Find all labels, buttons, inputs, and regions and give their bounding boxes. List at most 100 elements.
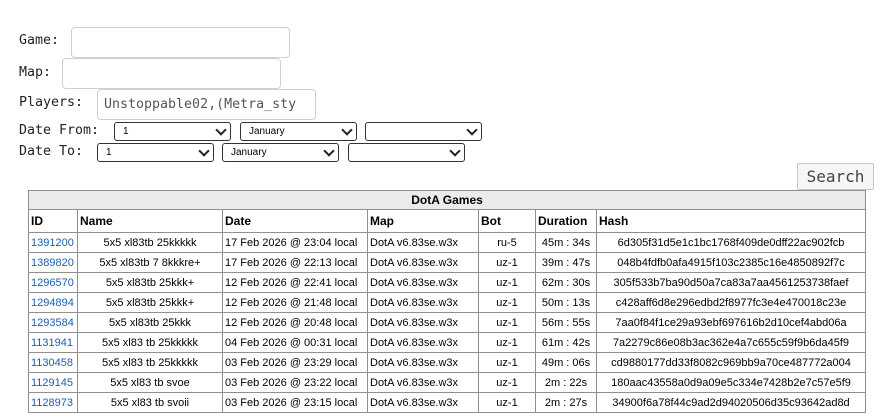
bot-cell: uz-1 [478, 312, 536, 333]
map-cell: DotA v6.83se.w3x [367, 332, 479, 353]
duration-cell: 45m : 34s [535, 232, 597, 253]
name-cell: 5x5 xl83 tb 25kkkkk [77, 332, 223, 353]
chevron-down-icon [215, 124, 227, 136]
date-cell: 12 Feb 2026 @ 20:48 local [222, 312, 368, 333]
map-cell: DotA v6.83se.w3x [367, 292, 479, 313]
date-cell: 17 Feb 2026 @ 22:13 local [222, 252, 368, 273]
games-table: DotA Games ID Name Date Map Bot Duration… [27, 190, 867, 413]
hash-cell: cd9880177dd33f8082c969bb9a70ce487772a004 [595, 352, 867, 373]
table-row: 1131941 5x5 xl83 tb 25kkkkk 04 Feb 2026 … [28, 332, 867, 353]
name-cell: 5x5 xl83tb 25kkk+ [77, 272, 223, 293]
hash-cell: 34900f6a78f44c9ad2d94020506d35c93642ad8d [595, 392, 867, 413]
date-cell: 03 Feb 2026 @ 23:29 local [222, 352, 368, 373]
hash-cell: 7a2279c86e08b3ac362e4a7c655c59f9b6da45f9 [595, 332, 867, 353]
id-cell: 1130458 [28, 352, 78, 373]
id-cell: 1389820 [28, 252, 78, 273]
id-cell: 1294894 [28, 292, 78, 313]
name-cell: 5x5 xl83tb 25kkk [77, 312, 223, 333]
hash-cell: c428aff6d8e296edbd2f8977fc3e4e470018c23e [595, 292, 867, 313]
column-header-id: ID [28, 209, 78, 233]
column-header-map: Map [367, 209, 479, 233]
map-cell: DotA v6.83se.w3x [367, 232, 479, 253]
map-cell: DotA v6.83se.w3x [367, 352, 479, 373]
game-label: Game: [19, 33, 60, 48]
game-input[interactable] [71, 27, 290, 58]
duration-cell: 56m : 55s [535, 312, 597, 333]
column-header-date: Date [222, 209, 368, 233]
to-day-select[interactable]: 1 [97, 143, 214, 162]
hash-cell: 6d305f31d5e1c1bc1768f409de0dff22ac902fcb [595, 232, 867, 253]
table-row: 1293584 5x5 xl83tb 25kkk 12 Feb 2026 @ 2… [28, 312, 867, 333]
game-id-link[interactable]: 1293584 [31, 317, 74, 329]
to-year-select[interactable] [348, 143, 465, 162]
table-row: 1389820 5x5 xl83tb 7 8kkkre+ 17 Feb 2026… [28, 252, 867, 273]
name-cell: 5x5 xl83tb 25kkk+ [77, 292, 223, 313]
table-row: 1296570 5x5 xl83tb 25kkk+ 12 Feb 2026 @ … [28, 272, 867, 293]
hash-cell: 048b4fdfb0afa4915f103c2385c16e4850892f7c [595, 252, 867, 273]
game-id-link[interactable]: 1131941 [31, 337, 73, 349]
map-cell: DotA v6.83se.w3x [367, 312, 479, 333]
players-label: Players: [19, 95, 84, 110]
bot-cell: uz-1 [478, 332, 536, 353]
chevron-down-icon [198, 145, 210, 157]
duration-cell: 49m : 06s [535, 352, 597, 373]
chevron-down-icon [449, 145, 461, 157]
id-cell: 1391200 [28, 232, 78, 253]
game-id-link[interactable]: 1296570 [31, 277, 74, 289]
map-label: Map: [19, 65, 52, 80]
duration-cell: 50m : 13s [535, 292, 597, 313]
name-cell: 5x5 xl83 tb svoe [77, 372, 223, 393]
bot-cell: uz-1 [478, 272, 536, 293]
id-cell: 1129145 [28, 372, 78, 393]
id-cell: 1296570 [28, 272, 78, 293]
column-header-hash: Hash [595, 209, 867, 233]
chevron-down-icon [323, 145, 335, 157]
map-cell: DotA v6.83se.w3x [367, 392, 479, 413]
bot-cell: uz-1 [478, 292, 536, 313]
id-cell: 1128973 [28, 392, 78, 413]
search-button[interactable]: Search [797, 163, 874, 190]
bot-cell: ru-5 [478, 232, 536, 253]
date-from-label: Date From: [19, 123, 100, 138]
to-month-select[interactable]: January [222, 143, 339, 162]
table-row: 1129145 5x5 xl83 tb svoe 03 Feb 2026 @ 2… [28, 372, 867, 393]
name-cell: 5x5 xl83 tb 25kkkkk [77, 352, 223, 373]
table-row: 1391200 5x5 xl83tb 25kkkkk 17 Feb 2026 @… [28, 232, 867, 253]
from-year-select[interactable] [365, 122, 482, 141]
from-month-select[interactable]: January [240, 122, 357, 141]
to-month-value: January [231, 147, 267, 158]
name-cell: 5x5 xl83tb 7 8kkkre+ [77, 252, 223, 273]
from-month-value: January [249, 126, 285, 137]
game-id-link[interactable]: 1128973 [31, 397, 73, 409]
game-id-link[interactable]: 1294894 [31, 297, 74, 309]
column-header-bot: Bot [478, 209, 536, 233]
map-cell: DotA v6.83se.w3x [367, 372, 479, 393]
game-id-link[interactable]: 1391200 [31, 237, 74, 249]
date-cell: 03 Feb 2026 @ 23:22 local [222, 372, 368, 393]
duration-cell: 39m : 47s [535, 252, 597, 273]
date-cell: 12 Feb 2026 @ 21:48 local [222, 292, 368, 313]
duration-cell: 2m : 27s [535, 392, 597, 413]
players-input[interactable]: Unstoppable02,(Metra_sty [97, 89, 316, 120]
chevron-down-icon [341, 124, 353, 136]
chevron-down-icon [466, 124, 478, 136]
bot-cell: uz-1 [478, 252, 536, 273]
bot-cell: uz-1 [478, 392, 536, 413]
header-row: ID Name Date Map Bot Duration Hash [28, 209, 867, 233]
column-header-duration: Duration [535, 209, 597, 233]
map-input[interactable] [62, 58, 281, 89]
game-id-link[interactable]: 1389820 [31, 257, 74, 269]
to-day-value: 1 [106, 147, 112, 158]
column-header-name: Name [77, 209, 223, 233]
hash-cell: 180aac43558a0d9a09e5c334e7428b2e7c57e5f9 [595, 372, 867, 393]
game-id-link[interactable]: 1129145 [31, 377, 73, 389]
duration-cell: 61m : 42s [535, 332, 597, 353]
bot-cell: uz-1 [478, 352, 536, 373]
table-row: 1294894 5x5 xl83tb 25kkk+ 12 Feb 2026 @ … [28, 292, 867, 313]
from-day-value: 1 [123, 126, 129, 137]
game-id-link[interactable]: 1130458 [31, 357, 73, 369]
hash-cell: 7aa0f84f1ce29a93ebf697616b2d10cef4abd06a [595, 312, 867, 333]
from-day-select[interactable]: 1 [114, 122, 231, 141]
name-cell: 5x5 xl83 tb svoii [77, 392, 223, 413]
duration-cell: 2m : 22s [535, 372, 597, 393]
